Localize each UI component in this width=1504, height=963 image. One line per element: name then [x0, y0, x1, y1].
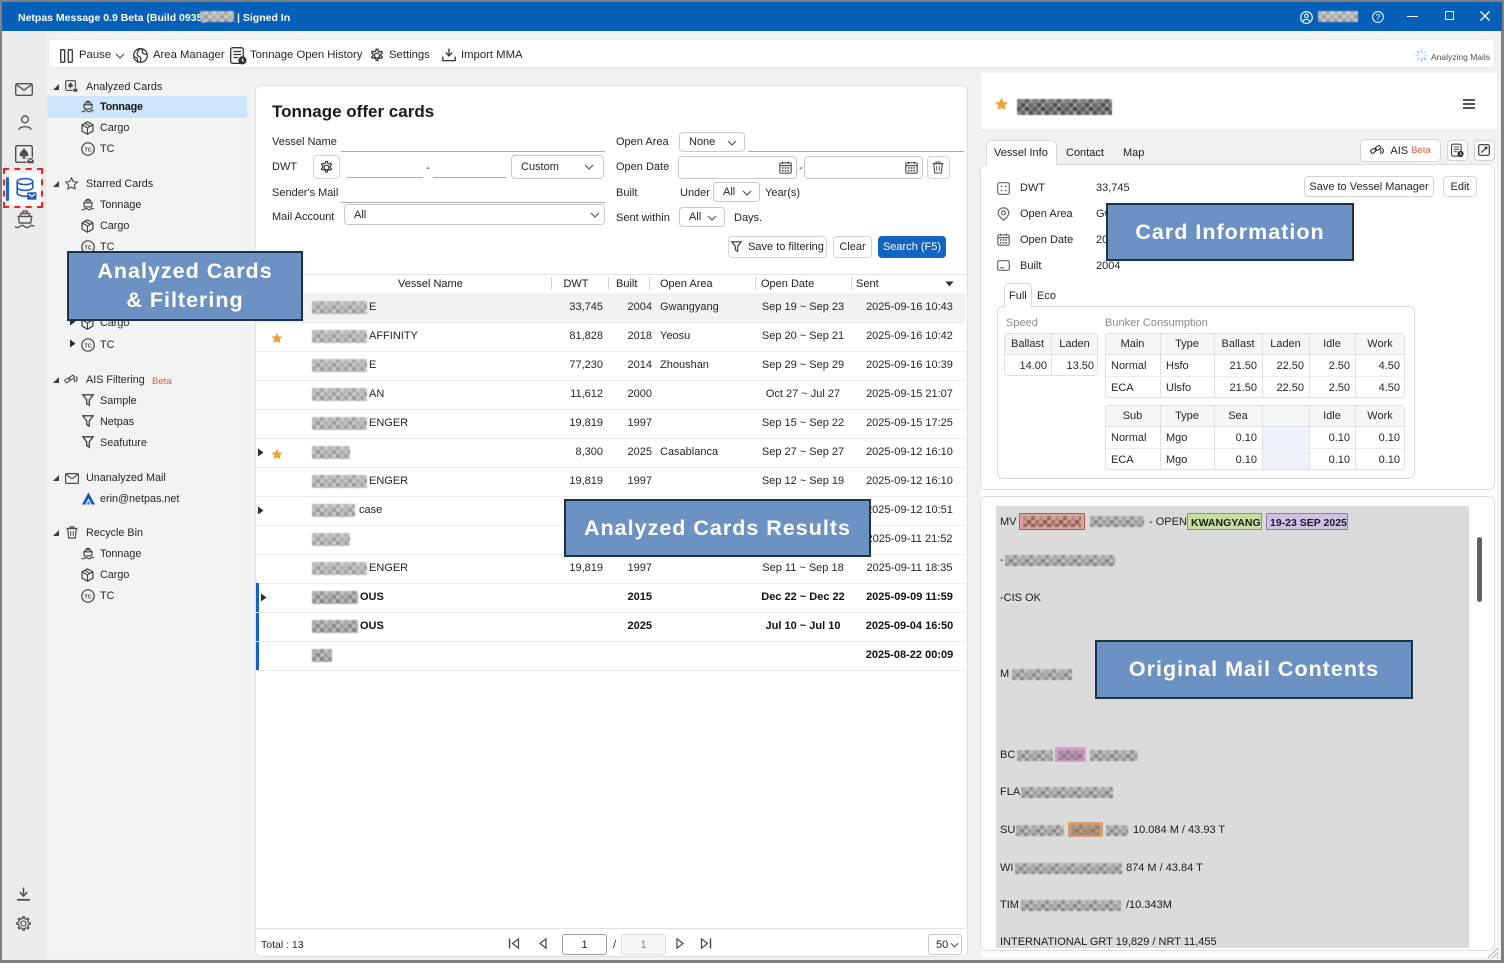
svg-text:TC: TC: [84, 245, 91, 251]
svg-text:TC: TC: [84, 343, 91, 349]
svg-text:TC: TC: [84, 147, 91, 153]
svg-text:?: ?: [1376, 12, 1381, 22]
svg-text:TC: TC: [84, 594, 91, 600]
